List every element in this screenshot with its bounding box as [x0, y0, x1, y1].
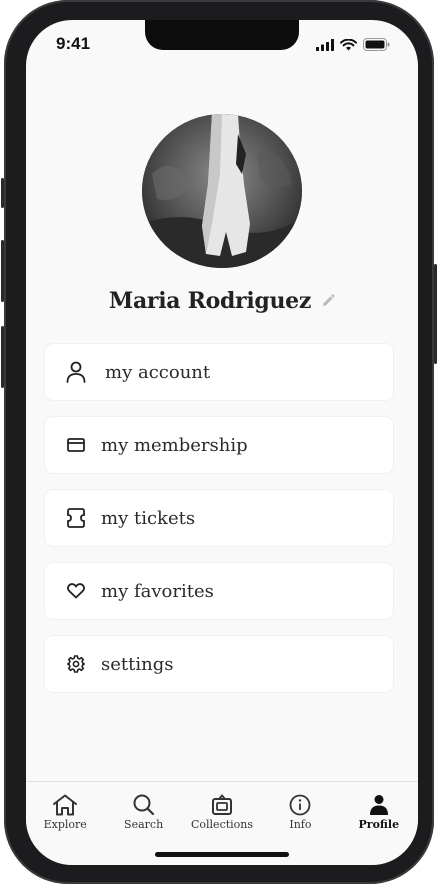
- profile-menu: my account my membership my tickets my f…: [45, 344, 393, 709]
- tab-profile[interactable]: Profile: [340, 782, 418, 865]
- phone-frame: 9:41 Maria Rodriguez my account my membe…: [1, 0, 437, 884]
- edit-pencil-icon[interactable]: [321, 294, 335, 308]
- collections-icon: [212, 794, 233, 815]
- profile-name-row: Maria Rodriguez: [26, 288, 418, 314]
- menu-item-my-account[interactable]: my account: [45, 344, 393, 400]
- menu-label: my tickets: [101, 507, 196, 529]
- home-icon: [53, 794, 78, 816]
- home-indicator[interactable]: [155, 852, 289, 857]
- battery-icon: [363, 38, 390, 51]
- tab-label: Profile: [358, 818, 400, 831]
- volume-up-button: [1, 240, 4, 302]
- avatar[interactable]: [142, 114, 302, 268]
- cellular-signal-icon: [316, 38, 334, 51]
- tab-label: Search: [124, 818, 164, 831]
- menu-item-my-tickets[interactable]: my tickets: [45, 490, 393, 546]
- profile-icon: [369, 795, 388, 815]
- menu-label: my favorites: [101, 580, 214, 602]
- tab-label: Info: [289, 818, 312, 831]
- profile-name: Maria Rodriguez: [108, 288, 312, 314]
- card-icon: [65, 434, 87, 456]
- wifi-icon: [340, 38, 357, 50]
- status-time: 9:41: [56, 34, 91, 53]
- screen: 9:41 Maria Rodriguez my account my membe…: [26, 20, 418, 865]
- menu-item-my-favorites[interactable]: my favorites: [45, 563, 393, 619]
- ticket-icon: [65, 507, 87, 529]
- search-icon: [133, 794, 154, 816]
- volume-down-button: [1, 326, 4, 388]
- menu-item-settings[interactable]: settings: [45, 636, 393, 692]
- tab-label: Explore: [43, 818, 87, 831]
- menu-label: settings: [101, 653, 174, 675]
- status-icons: [316, 38, 390, 51]
- menu-label: my account: [105, 361, 211, 383]
- tab-explore[interactable]: Explore: [26, 782, 104, 865]
- user-icon: [65, 361, 87, 383]
- notch: [145, 20, 299, 50]
- menu-item-my-membership[interactable]: my membership: [45, 417, 393, 473]
- info-icon: [290, 794, 311, 816]
- menu-label: my membership: [101, 434, 248, 456]
- tab-label: Collections: [190, 818, 254, 831]
- heart-icon: [65, 580, 87, 602]
- mute-switch: [1, 178, 4, 208]
- gear-icon: [65, 653, 87, 675]
